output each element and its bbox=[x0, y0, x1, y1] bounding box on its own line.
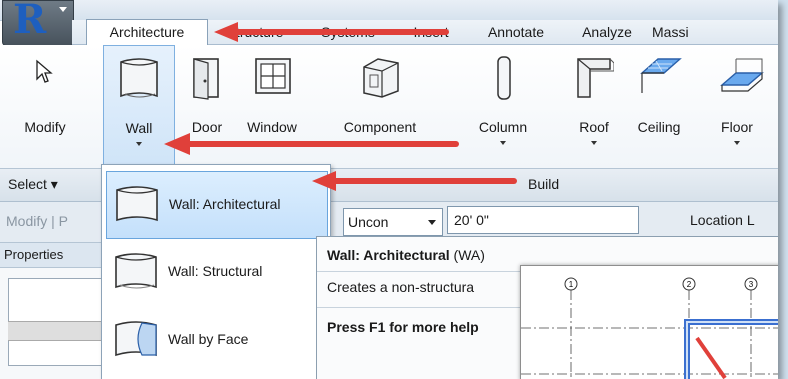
menu-item-label: Wall: Structural bbox=[168, 263, 263, 279]
roof-icon bbox=[577, 58, 614, 98]
menu-item-label: Wall: Architectural bbox=[169, 196, 281, 212]
red-arrow-to-wall-architectural bbox=[312, 171, 517, 191]
column-icon bbox=[497, 56, 511, 100]
component-icon bbox=[363, 58, 399, 98]
column-button[interactable]: Column bbox=[466, 45, 540, 168]
red-pointer-arrow bbox=[695, 336, 727, 379]
menu-item-wall-by-face[interactable]: Wall by Face bbox=[106, 307, 326, 373]
cursor-icon bbox=[36, 59, 53, 83]
grid-label-3: 3 bbox=[749, 280, 754, 289]
chevron-down-icon bbox=[136, 142, 142, 146]
chevron-down-icon bbox=[428, 220, 436, 225]
wall-structural-icon bbox=[115, 253, 157, 289]
wall-by-face-icon bbox=[115, 321, 157, 357]
height-constraint-value: Uncon bbox=[348, 214, 389, 230]
plan-preview-image: 1 2 3 bbox=[520, 265, 778, 379]
column-label: Column bbox=[478, 119, 528, 135]
tooltip-shortcut: (WA) bbox=[453, 247, 485, 263]
wall-icon bbox=[120, 58, 158, 98]
select-panel-dropdown[interactable]: Select ▾ bbox=[8, 176, 58, 193]
tab-massing[interactable]: Massi bbox=[652, 20, 732, 44]
roof-button[interactable]: Roof bbox=[566, 45, 622, 168]
tab-analyze[interactable]: Analyze bbox=[566, 20, 648, 44]
build-panel-title: Build bbox=[528, 176, 560, 192]
wall-dropdown-menu: Wall: Architectural Wall: Structural Wal… bbox=[101, 164, 331, 379]
tab-architecture[interactable]: Architecture bbox=[86, 19, 208, 46]
red-arrow-to-wall-button bbox=[164, 133, 459, 155]
tooltip-title: Wall: Architectural bbox=[327, 247, 450, 263]
tooltip-help: Press F1 for more help bbox=[327, 319, 479, 335]
chevron-down-icon bbox=[591, 141, 597, 145]
height-constraint-select[interactable]: Uncon bbox=[343, 208, 443, 236]
wall-architectural-icon bbox=[116, 186, 158, 222]
grid-label-2: 2 bbox=[687, 280, 692, 289]
location-line-label: Location L bbox=[690, 212, 755, 228]
ceiling-label: Ceiling bbox=[637, 119, 681, 135]
grid-lines bbox=[521, 290, 778, 379]
roof-label: Roof bbox=[579, 119, 609, 135]
floor-label: Floor bbox=[721, 119, 753, 135]
ceiling-icon bbox=[640, 58, 682, 93]
type-selector-row bbox=[8, 321, 103, 341]
ceiling-button[interactable]: Ceiling bbox=[624, 45, 694, 168]
modify-context-label: Modify | P bbox=[6, 213, 68, 229]
door-icon bbox=[193, 58, 219, 100]
height-input[interactable]: 20' 0" bbox=[447, 206, 639, 234]
quick-access-toolbar bbox=[0, 0, 778, 21]
menu-item-label: Wall by Face bbox=[168, 331, 249, 347]
wall-core bbox=[686, 321, 778, 379]
floor-button[interactable]: Floor bbox=[704, 45, 770, 168]
chevron-down-icon bbox=[500, 141, 506, 145]
menu-item-wall-structural[interactable]: Wall: Structural bbox=[106, 239, 326, 305]
modify-tool[interactable]: Modify bbox=[12, 45, 78, 168]
tooltip-description: Creates a non-structura bbox=[327, 279, 475, 295]
tab-annotate[interactable]: Annotate bbox=[470, 20, 562, 44]
tooltip-title-line: Wall: Architectural (WA) bbox=[327, 247, 485, 263]
modify-label: Modify bbox=[24, 119, 66, 135]
application-menu-button[interactable]: R bbox=[2, 0, 74, 46]
floor-icon bbox=[720, 58, 764, 92]
chevron-down-icon bbox=[734, 141, 740, 145]
red-arrow-to-architecture-tab bbox=[214, 22, 449, 42]
properties-palette-title: Properties bbox=[0, 243, 105, 268]
chevron-down-icon bbox=[59, 7, 67, 12]
window-icon bbox=[255, 58, 291, 94]
grid-label-1: 1 bbox=[569, 280, 574, 289]
revit-window: R Architecture Structure Systems Insert … bbox=[0, 0, 778, 379]
wall-outline bbox=[684, 319, 778, 379]
revit-logo-icon: R bbox=[13, 0, 47, 43]
menu-item-wall-architectural[interactable]: Wall: Architectural bbox=[106, 171, 328, 239]
floor-plan-preview: 1 2 3 bbox=[521, 277, 778, 379]
